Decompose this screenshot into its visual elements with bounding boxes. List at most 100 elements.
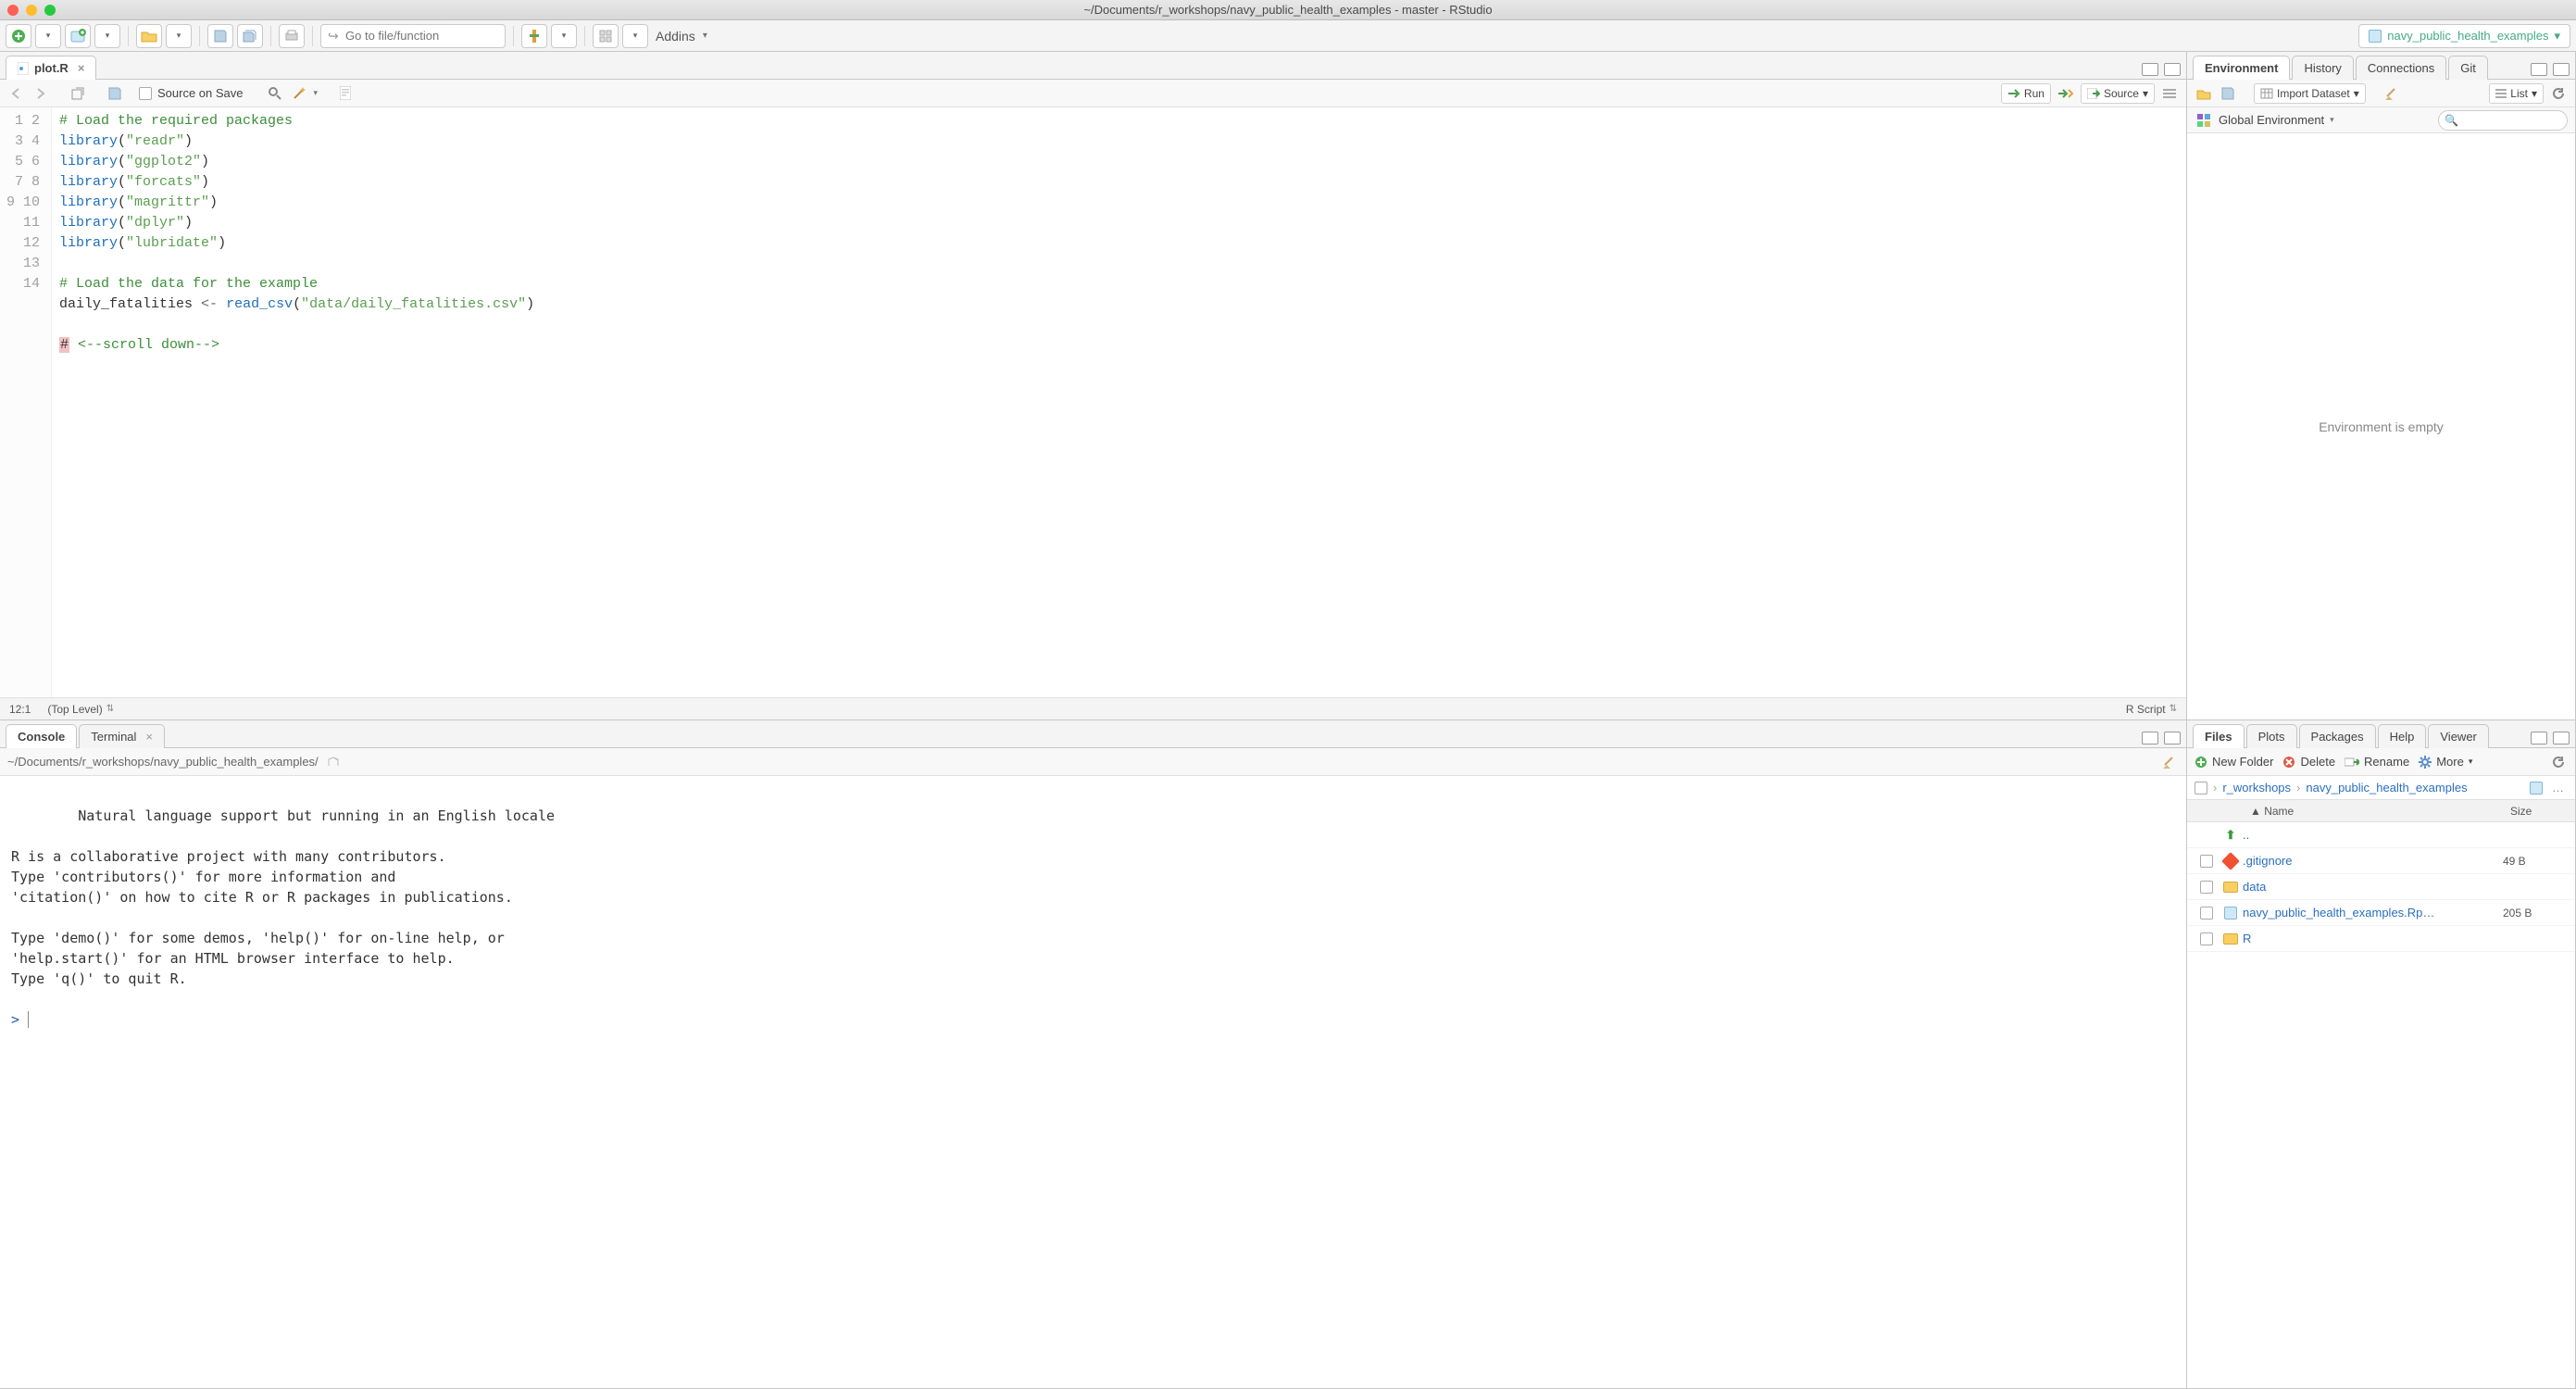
popout-button[interactable] [69,84,87,103]
outline-button[interactable] [2160,84,2179,103]
rerun-button[interactable] [2057,84,2075,103]
new-project-dropdown[interactable]: ▾ [94,24,120,48]
addins-menu[interactable]: Addins [652,29,699,44]
tools-button[interactable] [521,24,547,48]
scope-indicator[interactable]: (Top Level) [47,703,102,716]
file-name[interactable]: .. [2243,828,2503,842]
minimize-pane-button[interactable] [2531,63,2547,76]
tab-plots[interactable]: Plots [2246,724,2297,748]
goto-file-function[interactable]: ↪ [320,24,506,48]
goto-input[interactable] [320,24,506,48]
source-tab-plotR[interactable]: plot.R × [6,56,96,80]
env-scope-label[interactable]: Global Environment [2219,113,2324,127]
maximize-pane-button[interactable] [2164,732,2181,745]
close-terminal-icon[interactable]: × [145,730,153,744]
breadcrumb-segment[interactable]: r_workshops [2222,781,2291,795]
code-tools-button[interactable] [290,84,308,103]
source-tabstrip: plot.R × [0,52,2186,80]
file-name[interactable]: R [2243,932,2503,945]
tab-git[interactable]: Git [2448,56,2488,80]
files-header-size[interactable]: Size [2510,805,2575,818]
open-recent-dropdown[interactable]: ▾ [166,24,192,48]
goto-cwd-button[interactable] [324,753,343,771]
file-checkbox[interactable] [2200,907,2213,920]
env-view-mode[interactable]: List▾ [2489,83,2544,104]
nav-back-button[interactable] [7,84,26,103]
file-name[interactable]: navy_public_health_examples.Rp… [2243,906,2503,920]
file-row[interactable]: data [2187,874,2575,900]
minimize-window-button[interactable] [26,5,37,16]
console-output[interactable]: Natural language support but running in … [0,776,2186,1388]
tools-dropdown[interactable]: ▾ [551,24,577,48]
file-row[interactable]: navy_public_health_examples.Rp…205 B [2187,900,2575,926]
file-checkbox[interactable] [2200,932,2213,945]
rename-button[interactable]: Rename [2345,755,2409,769]
breadcrumb-segment[interactable]: navy_public_health_examples [2306,781,2467,795]
scope-dropdown-icon[interactable]: ⇅ [103,704,114,714]
breadcrumb-more-button[interactable]: … [2548,781,2568,795]
code-editor[interactable]: 1 2 3 4 5 6 7 8 9 10 11 12 13 14 # Load … [0,107,2186,697]
close-window-button[interactable] [7,5,19,16]
environment-pane: Environment History Connections Git Impo… [2186,51,2576,720]
file-row[interactable]: .gitignore49 B [2187,848,2575,874]
project-selector[interactable]: navy_public_health_examples ▾ [2358,24,2570,48]
source-button[interactable]: Source ▾ [2081,83,2155,104]
grid-dropdown[interactable]: ▾ [622,24,648,48]
find-button[interactable] [266,84,284,103]
clear-env-button[interactable] [2382,84,2401,103]
new-project-button[interactable] [65,24,91,48]
file-checkbox[interactable] [2200,855,2213,868]
tab-environment[interactable]: Environment [2193,56,2290,80]
zoom-window-button[interactable] [44,5,56,16]
minimize-pane-button[interactable] [2531,732,2547,745]
tab-packages[interactable]: Packages [2299,724,2376,748]
compile-report-button[interactable] [336,84,355,103]
maximize-pane-button[interactable] [2164,63,2181,76]
new-folder-button[interactable]: New Folder [2195,755,2273,769]
file-name[interactable]: .gitignore [2243,854,2503,868]
more-button[interactable]: More▾ [2419,755,2472,769]
clear-console-button[interactable] [2160,753,2179,771]
grid-button[interactable] [593,24,619,48]
tab-terminal[interactable]: Terminal× [79,724,165,748]
tab-viewer[interactable]: Viewer [2428,724,2489,748]
project-icon[interactable] [2530,782,2543,795]
maximize-pane-button[interactable] [2553,732,2570,745]
tab-help[interactable]: Help [2378,724,2427,748]
print-button[interactable] [279,24,305,48]
tab-files[interactable]: Files [2193,724,2245,748]
env-filter[interactable]: 🔍 [2438,110,2568,131]
minimize-pane-button[interactable] [2142,732,2158,745]
code-body[interactable]: # Load the required packages library("re… [52,107,2186,697]
tab-connections[interactable]: Connections [2356,56,2446,80]
save-workspace-button[interactable] [2219,84,2237,103]
nav-fwd-button[interactable] [31,84,50,103]
file-name[interactable]: data [2243,880,2503,894]
files-header-name[interactable]: ▲ Name [2246,805,2510,818]
close-tab-icon[interactable]: × [78,61,85,75]
minimize-pane-button[interactable] [2142,63,2158,76]
refresh-files-button[interactable] [2549,753,2568,771]
new-file-dropdown[interactable]: ▾ [35,24,61,48]
maximize-pane-button[interactable] [2553,63,2570,76]
open-file-button[interactable] [136,24,162,48]
new-file-button[interactable] [6,24,31,48]
tab-history[interactable]: History [2292,56,2353,80]
select-all-checkbox[interactable] [2195,782,2207,795]
refresh-env-button[interactable] [2549,84,2568,103]
file-row[interactable]: ⬆.. [2187,822,2575,848]
file-checkbox[interactable] [2200,881,2213,894]
tab-console[interactable]: Console [6,724,77,748]
toolbar-divider [312,26,313,46]
save-file-button[interactable] [106,84,124,103]
save-button[interactable] [207,24,233,48]
source-on-save-checkbox[interactable] [139,87,152,100]
import-dataset-button[interactable]: Import Dataset▾ [2254,83,2366,104]
save-all-button[interactable] [237,24,263,48]
load-workspace-button[interactable] [2195,84,2213,103]
file-row[interactable]: R [2187,926,2575,952]
run-button[interactable]: Run [2001,83,2051,104]
delete-button[interactable]: Delete [2282,755,2335,769]
source-icon [2087,88,2100,99]
file-type-indicator[interactable]: R Script [2126,703,2166,716]
